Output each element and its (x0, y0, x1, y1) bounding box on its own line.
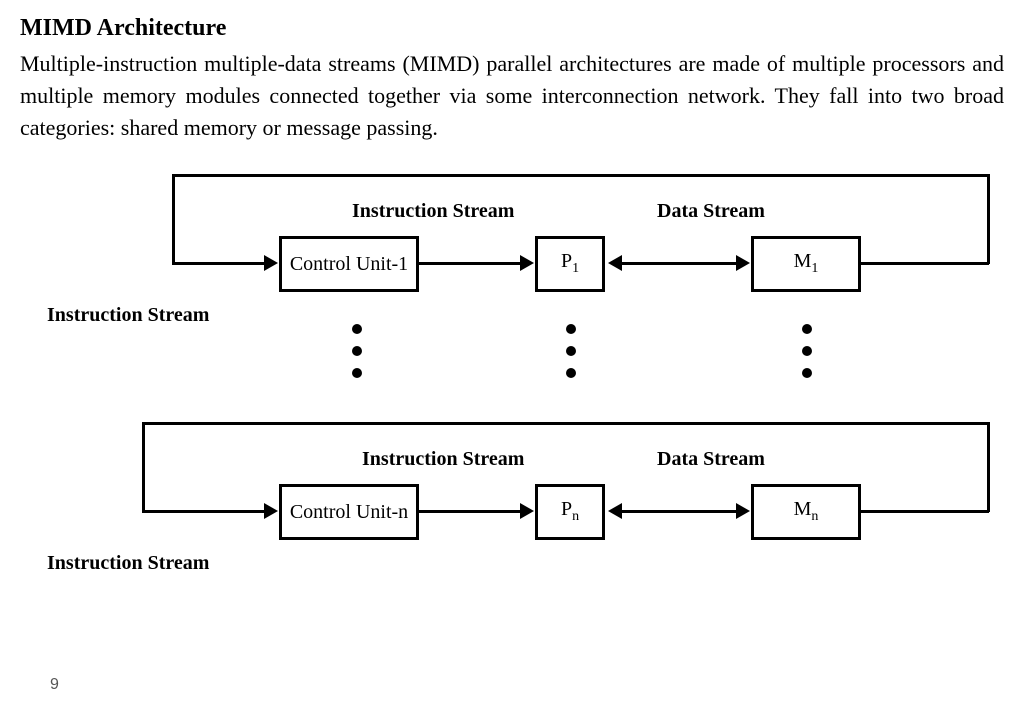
line-m-right-n (861, 510, 989, 513)
frame-top-1 (172, 174, 990, 177)
dot (566, 368, 576, 378)
dots-control (352, 324, 362, 378)
label-data-top-n: Data Stream (657, 448, 765, 471)
dot (566, 346, 576, 356)
dot (566, 324, 576, 334)
frame-right-1 (987, 174, 990, 264)
label-data-top-1: Data Stream (657, 200, 765, 223)
line-p-m-1 (620, 262, 740, 265)
dot (352, 324, 362, 334)
label-instr-left-1: Instruction Stream (47, 304, 209, 327)
arrow-pm-right-1 (736, 255, 750, 271)
control-unit-n-box: Control Unit-n (279, 484, 419, 540)
p1-sub: 1 (572, 261, 579, 276)
frame-top-n (142, 422, 990, 425)
dots-m (802, 324, 812, 378)
frame-left-n (142, 422, 145, 512)
m1-sub: 1 (811, 261, 818, 276)
pn-label: P (561, 498, 572, 520)
m1-box: M1 (751, 236, 861, 292)
dot (802, 324, 812, 334)
mn-box: Mn (751, 484, 861, 540)
page-heading: MIMD Architecture (20, 15, 1004, 42)
pn-box: Pn (535, 484, 605, 540)
line-to-control-1 (172, 262, 267, 265)
dot (802, 368, 812, 378)
m1-label: M (794, 250, 812, 272)
mn-sub: n (811, 509, 818, 524)
arrow-c-p-1 (520, 255, 534, 271)
p1-box: P1 (535, 236, 605, 292)
arrow-to-control-1 (264, 255, 278, 271)
line-c-p-n (419, 510, 524, 513)
label-instr-left-n: Instruction Stream (47, 552, 209, 575)
line-m-right-1 (861, 262, 989, 265)
pn-sub: n (572, 509, 579, 524)
frame-right-n (987, 422, 990, 512)
line-c-p-1 (419, 262, 524, 265)
p1-label: P (561, 250, 572, 272)
control-unit-1-box: Control Unit-1 (279, 236, 419, 292)
frame-left-1 (172, 174, 175, 264)
dots-p (566, 324, 576, 378)
line-p-m-n (620, 510, 740, 513)
mn-label: M (794, 498, 812, 520)
dot (802, 346, 812, 356)
arrow-c-p-n (520, 503, 534, 519)
label-instr-top-1: Instruction Stream (352, 200, 514, 223)
line-to-control-n (142, 510, 267, 513)
mimd-diagram: Instruction Stream Data Stream Control U… (42, 174, 982, 594)
arrow-pm-right-n (736, 503, 750, 519)
body-paragraph: Multiple-instruction multiple-data strea… (20, 48, 1004, 144)
page-number: 9 (50, 676, 59, 694)
dot (352, 346, 362, 356)
dot (352, 368, 362, 378)
label-instr-top-n: Instruction Stream (362, 448, 524, 471)
arrow-to-control-n (264, 503, 278, 519)
